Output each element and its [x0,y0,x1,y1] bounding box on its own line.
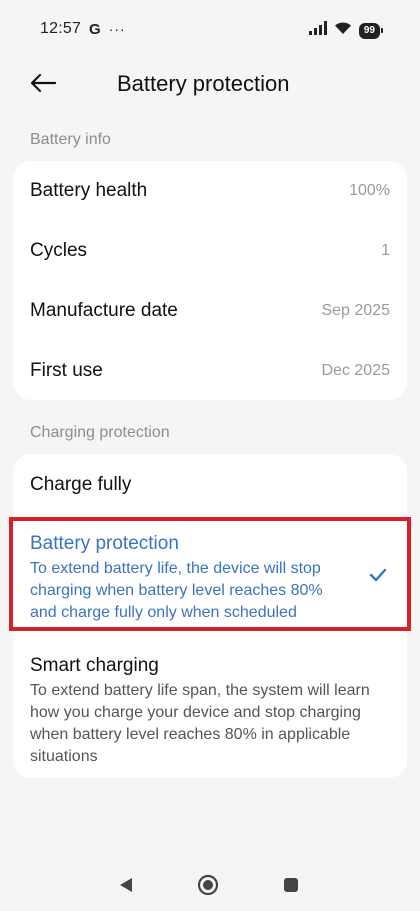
battery-info-card: Battery health 100% Cycles 1 Manufacture… [13,161,407,400]
charging-protection-section-label: Charging protection [30,424,170,441]
status-time: 12:57 [40,20,82,37]
cycles-row: Cycles 1 [30,221,390,281]
screen: 12:57 G ··· 99 Battery protection Batter… [0,0,420,911]
option-title: Smart charging [30,655,159,676]
navigation-bar [0,860,420,910]
row-value: 100% [349,182,390,199]
option-description: To extend battery life, the device will … [30,560,323,621]
more-notifications-icon: ··· [108,21,126,37]
arrow-left-icon [30,73,57,93]
nav-recents-button[interactable] [280,874,302,896]
row-value: Dec 2025 [321,362,391,379]
charging-protection-card: Charge fully Battery protection To exten… [13,454,407,778]
option-title: Charge fully [30,474,132,495]
page-title: Battery protection [117,71,290,96]
option-charge-fully[interactable]: Charge fully [30,473,390,497]
first-use-row: First use Dec 2025 [30,341,390,401]
battery-health-row: Battery health 100% [30,161,390,221]
row-label: First use [30,360,103,381]
nav-back-button[interactable] [115,874,137,896]
manufacture-date-row: Manufacture date Sep 2025 [30,281,390,341]
back-button[interactable] [26,66,60,100]
status-bar: 12:57 G ··· 99 [0,0,420,60]
circle-home-icon [197,874,219,896]
status-left: 12:57 G ··· [40,20,126,38]
nav-home-button[interactable] [197,874,219,896]
row-label: Battery health [30,180,148,201]
option-title: Battery protection [30,533,179,554]
option-description: To extend battery life span, the system … [30,682,370,765]
square-recents-icon [284,878,298,892]
row-label: Cycles [30,240,88,261]
battery-info-section-label: Battery info [30,131,111,148]
wifi-icon [334,21,352,40]
google-notification-icon: G [89,20,101,38]
option-battery-protection[interactable]: Battery protection To extend battery lif… [30,532,347,624]
battery-icon: 99 [358,22,384,39]
row-value: 1 [381,242,390,259]
header: Battery protection [0,60,420,110]
checkmark-icon [369,568,387,582]
triangle-back-icon [120,878,132,892]
signal-icon [308,21,327,40]
option-smart-charging[interactable]: Smart charging To extend battery life sp… [30,654,390,768]
status-right: 99 [308,21,384,40]
row-label: Manufacture date [30,300,178,321]
row-value: Sep 2025 [321,302,390,319]
